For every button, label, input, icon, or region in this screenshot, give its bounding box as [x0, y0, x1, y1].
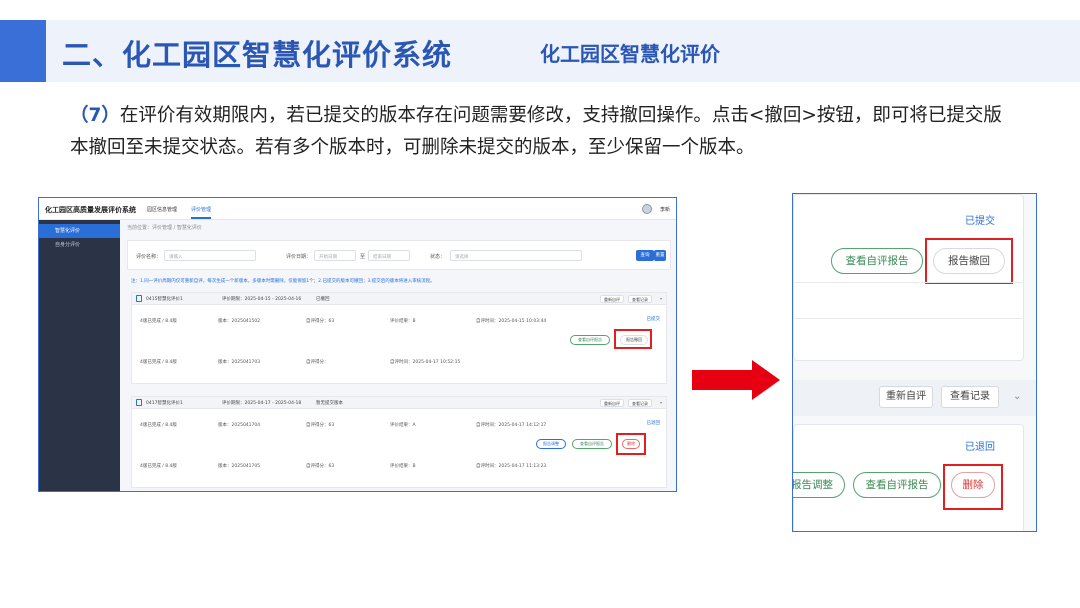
avatar[interactable] [642, 204, 652, 214]
app-topbar: 化工园区高质量发展评价系统 园区信息管理 评价管理 李新 [39, 198, 676, 220]
row-result: 评价结果：B [390, 464, 416, 469]
row-score: 自评得分：63 [306, 423, 335, 428]
end-date-input[interactable]: 结束日期 [368, 250, 410, 261]
nav-evaluation[interactable]: 评价管理 [191, 206, 212, 219]
reeval-button[interactable]: 重新自评 [600, 295, 624, 303]
divider [793, 318, 1024, 319]
row-score: 自评得分： [306, 360, 329, 365]
body-text: 在评价有效期限内，若已提交的版本存在问题需要修改，支持撤回操作。点击<撤回>按钮… [70, 105, 1002, 158]
records-button[interactable]: 查看记录 [941, 386, 999, 408]
eval-card-1: 0415智慧化评价1 评价期限：2025-04-15 - 2025-04-16 … [131, 292, 667, 384]
row-no: 版本：2025041705 [218, 464, 261, 469]
section-subtitle: 化工园区智慧化评价 [540, 42, 720, 66]
row-version: 4版已完成 / 8.4版 [140, 360, 177, 365]
card-status: 暂无提交版本 [316, 401, 343, 406]
sidebar-item-smart-eval[interactable]: 智慧化评价 [39, 224, 120, 238]
slide: 二、化工园区智慧化评价系统 化工园区智慧化评价 （7）在评价有效期限内，若已提交… [0, 0, 1080, 608]
view-report-button[interactable]: 查看自评报告 [831, 248, 923, 274]
row-state: 已提交 [646, 317, 661, 322]
body-paragraph: （7）在评价有效期限内，若已提交的版本存在问题需要修改，支持撤回操作。点击<撤回… [70, 100, 1020, 164]
status-select[interactable]: 请选择 [450, 250, 582, 261]
app-main: 当前位置：评价管理 / 智慧化评价 评价名称： 请输入 评价日期： 开始日期 至… [123, 220, 675, 491]
eval-card-2: 0417智慧化评价1 评价期限：2025-04-17 - 2025-04-18 … [131, 396, 667, 488]
card-header: 0415智慧化评价1 评价期限：2025-04-15 - 2025-04-16 … [132, 293, 666, 305]
records-button[interactable]: 查看记录 [628, 295, 652, 303]
row-no: 版本：2025041703 [218, 360, 261, 365]
row-time: 自评时间：2025-04-17 14:12:17 [476, 423, 547, 428]
period-label: 评价日期： [286, 254, 312, 260]
row-version: 4版已完成 / 8.4版 [140, 423, 177, 428]
card-name: 0415智慧化评价1 [146, 297, 183, 302]
app-sidebar: 智慧化评价 自身分评价 [39, 220, 120, 491]
highlight-box [943, 464, 1003, 510]
zoomed-detail-panel: 已提交 查看自评报告 报告撤回 重新自评 查看记录 ⌄ 已退回 报告调整 查看自… [792, 193, 1037, 532]
table-row: 4版已完成 / 8.4版 版本：2025041704 自评得分：63 评价结果：… [136, 422, 664, 431]
hint-note: 注：1.同一评价周期内仅可重新自评，每次生成一个新版本，多版本时需删除，仅能保留… [131, 279, 435, 284]
query-button[interactable]: 查询 [636, 250, 654, 261]
reeval-button[interactable]: 重新自评 [879, 386, 933, 408]
highlight-box [616, 433, 646, 455]
chevron-down-icon[interactable]: ⌄ [1013, 391, 1021, 402]
view-report-button[interactable]: 查看自评报告 [572, 439, 612, 449]
row-result: 评价结果：A [390, 423, 416, 428]
row-state: 已退回 [646, 421, 661, 426]
row-result: 评价结果：B [390, 319, 416, 324]
row-version: 4版已完成 / 8.4版 [140, 319, 177, 324]
row-no: 版本：2025041502 [218, 319, 261, 324]
document-icon [136, 295, 142, 302]
document-icon [136, 399, 142, 406]
reset-button[interactable]: 重置 [654, 250, 666, 261]
start-date-input[interactable]: 开始日期 [314, 250, 356, 261]
chevron-down-icon[interactable]: ▾ [660, 296, 662, 301]
app-brand: 化工园区高质量发展评价系统 [45, 206, 136, 214]
records-button[interactable]: 查看记录 [628, 399, 652, 407]
view-report-button[interactable]: 查看自评报告 [853, 472, 941, 498]
table-row: 4版已完成 / 8.4版 版本：2025041705 自评得分：63 评价结果：… [136, 463, 664, 472]
user-name[interactable]: 李新 [660, 206, 670, 213]
view-report-button[interactable]: 查看自评报告 [570, 335, 610, 345]
state-submitted: 已提交 [965, 216, 995, 227]
row-score: 自评得分：63 [306, 319, 335, 324]
page-title: 二、化工园区智慧化评价系统 [62, 38, 453, 72]
row-no: 版本：2025041704 [218, 423, 261, 428]
nav-park-info[interactable]: 园区信息管理 [147, 206, 177, 213]
right-arrow-icon [692, 360, 780, 400]
chevron-down-icon[interactable]: ▾ [660, 400, 662, 405]
card-period: 评价期限：2025-04-17 - 2025-04-18 [222, 401, 302, 406]
name-label: 评价名称： [136, 254, 162, 260]
row-version: 4版已完成 / 8.4版 [140, 464, 177, 469]
card-header: 0417智慧化评价1 评价期限：2025-04-17 - 2025-04-18 … [132, 397, 666, 409]
reeval-button[interactable]: 重新自评 [600, 399, 624, 407]
row-score: 自评得分：63 [306, 464, 335, 469]
status-label: 状态： [430, 254, 446, 260]
step-number: （7） [70, 105, 120, 126]
row-time: 自评时间：2025-04-15 10:03:44 [476, 319, 547, 324]
table-row: 4版已完成 / 8.4版 版本：2025041703 自评得分： 自评时间：20… [136, 359, 664, 368]
table-row: 4版已完成 / 8.4版 版本：2025041502 自评得分：63 评价结果：… [136, 318, 664, 327]
row-time: 自评时间：2025-04-17 11:13:23 [476, 464, 547, 469]
card-status: 已撤回 [316, 297, 330, 302]
state-returned: 已退回 [965, 442, 995, 453]
card-period: 评价期限：2025-04-15 - 2025-04-16 [222, 297, 302, 302]
system-screenshot: 化工园区高质量发展评价系统 园区信息管理 评价管理 李新 智慧化评价 自身分评价… [38, 197, 677, 492]
highlight-box [925, 238, 1013, 284]
search-bar: 评价名称： 请输入 评价日期： 开始日期 至 结束日期 状态： 请选择 查询 重… [127, 240, 671, 270]
breadcrumb: 当前位置：评价管理 / 智慧化评价 [127, 225, 202, 231]
adjust-report-button[interactable]: 报告调整 [536, 439, 566, 449]
divider [793, 282, 1024, 283]
date-separator: 至 [360, 254, 366, 260]
highlight-box [614, 329, 652, 349]
sidebar-item-self-eval[interactable]: 自身分评价 [39, 238, 120, 252]
name-input[interactable]: 请输入 [164, 250, 256, 261]
title-accent-bar [0, 20, 46, 82]
card-name: 0417智慧化评价1 [146, 401, 183, 406]
row-time: 自评时间：2025-04-17 10:52:15 [390, 360, 461, 365]
adjust-report-button[interactable]: 报告调整 [793, 472, 845, 498]
